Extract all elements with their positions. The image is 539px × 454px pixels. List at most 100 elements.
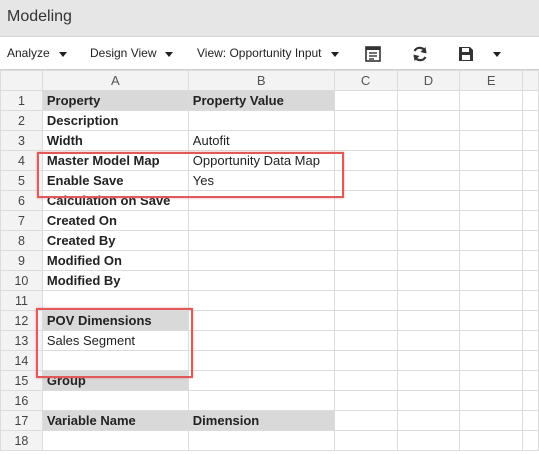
cell[interactable]: [333, 250, 398, 271]
column-header-c[interactable]: C: [333, 70, 398, 91]
cell[interactable]: [522, 410, 539, 431]
cell[interactable]: [522, 330, 539, 351]
cell[interactable]: [333, 430, 398, 451]
row-header[interactable]: 6: [0, 190, 43, 211]
cell[interactable]: [522, 210, 539, 231]
row-header[interactable]: 3: [0, 130, 43, 151]
cell-a11[interactable]: [41, 290, 189, 311]
cell[interactable]: [459, 430, 524, 451]
cell[interactable]: [459, 310, 524, 331]
cell[interactable]: [396, 210, 461, 231]
cell[interactable]: [396, 370, 461, 391]
spreadsheet-grid[interactable]: A B C D E 1 Property Property Value 2 De…: [0, 70, 539, 454]
cell-b2[interactable]: [187, 110, 335, 131]
cell-b4[interactable]: Opportunity Data Map: [187, 150, 335, 171]
cell[interactable]: [396, 410, 461, 431]
row-header[interactable]: 5: [0, 170, 43, 191]
row-header[interactable]: 7: [0, 210, 43, 231]
row-header[interactable]: 17: [0, 410, 43, 431]
cell[interactable]: [522, 350, 539, 371]
cell[interactable]: [459, 190, 524, 211]
cell[interactable]: [333, 270, 398, 291]
cell-b6[interactable]: [187, 190, 335, 211]
cell-b1[interactable]: Property Value: [187, 90, 335, 111]
column-header-e[interactable]: E: [459, 70, 524, 91]
cell-b17[interactable]: Dimension: [187, 410, 335, 431]
cell-b10[interactable]: [187, 270, 335, 291]
cell[interactable]: [522, 190, 539, 211]
cell-a5[interactable]: Enable Save: [41, 170, 189, 191]
save-icon[interactable]: [456, 44, 476, 64]
row-header[interactable]: 10: [0, 270, 43, 291]
cell[interactable]: [522, 90, 539, 111]
cell[interactable]: [396, 330, 461, 351]
cell[interactable]: [396, 270, 461, 291]
cell-b18[interactable]: [187, 430, 335, 451]
row-header[interactable]: 13: [0, 330, 43, 351]
cell[interactable]: [459, 370, 524, 391]
cell-b3[interactable]: Autofit: [187, 130, 335, 151]
cell[interactable]: [396, 230, 461, 251]
cell-a9[interactable]: Modified On: [41, 250, 189, 271]
save-chevron-down-icon[interactable]: [493, 52, 501, 57]
cell[interactable]: [459, 250, 524, 271]
cell[interactable]: [459, 150, 524, 171]
cell-a3[interactable]: Width: [41, 130, 189, 151]
cell-b13[interactable]: [187, 330, 335, 351]
cell[interactable]: [459, 90, 524, 111]
cell-a4[interactable]: Master Model Map: [41, 150, 189, 171]
cell[interactable]: [333, 190, 398, 211]
cell[interactable]: [333, 310, 398, 331]
cell[interactable]: [396, 350, 461, 371]
cell[interactable]: [333, 90, 398, 111]
cell[interactable]: [459, 330, 524, 351]
cell-a13[interactable]: Sales Segment: [41, 330, 189, 351]
cell[interactable]: [396, 110, 461, 131]
cell[interactable]: [333, 350, 398, 371]
cell[interactable]: [333, 370, 398, 391]
cell[interactable]: [522, 430, 539, 451]
cell-b12[interactable]: [187, 310, 335, 331]
cell[interactable]: [396, 250, 461, 271]
cell-b8[interactable]: [187, 230, 335, 251]
cell-b5[interactable]: Yes: [187, 170, 335, 191]
analyze-menu[interactable]: Analyze: [7, 46, 67, 60]
cell[interactable]: [522, 170, 539, 191]
cell-b11[interactable]: [187, 290, 335, 311]
column-header-a[interactable]: A: [41, 70, 189, 91]
cell-b7[interactable]: [187, 210, 335, 231]
row-header[interactable]: 14: [0, 350, 43, 371]
cell-a8[interactable]: Created By: [41, 230, 189, 251]
cell[interactable]: [333, 150, 398, 171]
cell-a17[interactable]: Variable Name: [41, 410, 189, 431]
cell-a18[interactable]: [41, 430, 189, 451]
row-header[interactable]: 4: [0, 150, 43, 171]
cell-a6[interactable]: Calculation on Save: [41, 190, 189, 211]
row-header[interactable]: 12: [0, 310, 43, 331]
cell[interactable]: [522, 390, 539, 411]
cell[interactable]: [459, 210, 524, 231]
cell-a16[interactable]: [41, 390, 189, 411]
cell[interactable]: [522, 110, 539, 131]
cell[interactable]: [459, 410, 524, 431]
cell-b9[interactable]: [187, 250, 335, 271]
cell[interactable]: [333, 290, 398, 311]
row-header[interactable]: 15: [0, 370, 43, 391]
cell-a10[interactable]: Modified By: [41, 270, 189, 291]
cell[interactable]: [333, 330, 398, 351]
view-selector[interactable]: View: Opportunity Input: [197, 46, 339, 60]
column-header-f[interactable]: [522, 70, 539, 91]
cell-a2[interactable]: Description: [41, 110, 189, 131]
spreadsheet-icon[interactable]: [364, 44, 384, 64]
cell[interactable]: [396, 90, 461, 111]
column-header-b[interactable]: B: [187, 70, 335, 91]
cell[interactable]: [396, 430, 461, 451]
cell[interactable]: [396, 190, 461, 211]
cell[interactable]: [459, 110, 524, 131]
cell[interactable]: [333, 390, 398, 411]
cell-a14[interactable]: [41, 350, 189, 371]
cell[interactable]: [459, 390, 524, 411]
cell[interactable]: [396, 130, 461, 151]
cell[interactable]: [522, 310, 539, 331]
row-header[interactable]: 11: [0, 290, 43, 311]
